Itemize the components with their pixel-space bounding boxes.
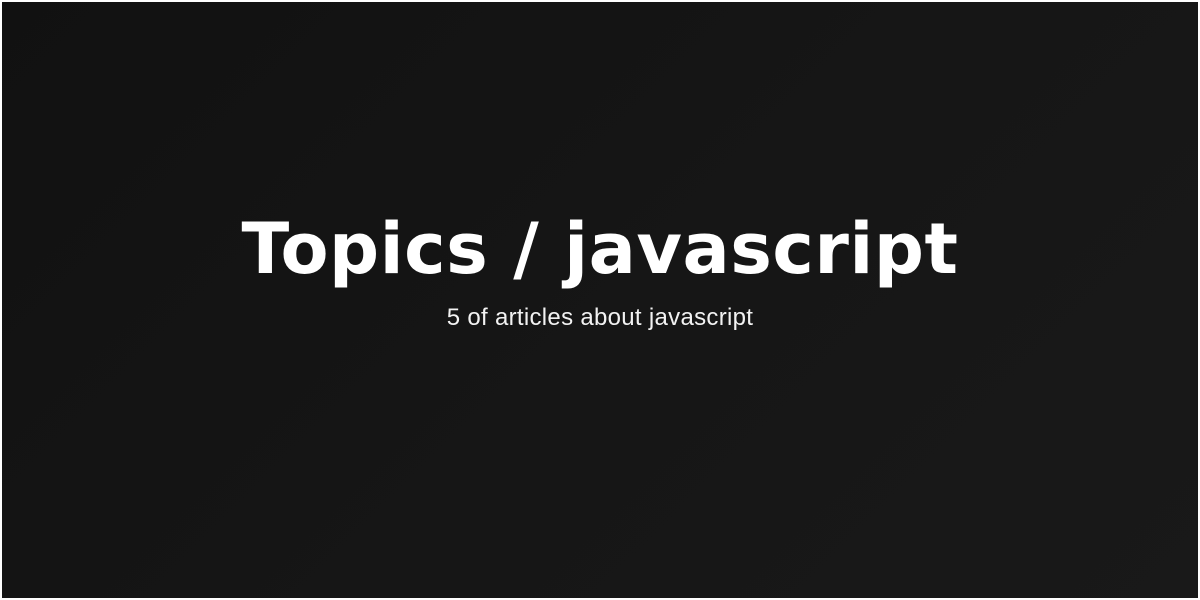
article-count-subtitle: 5 of articles about javascript — [446, 304, 754, 331]
page-title: Topics / javascript — [241, 208, 959, 290]
topic-card: Topics / javascript 5 of articles about … — [2, 2, 1198, 598]
